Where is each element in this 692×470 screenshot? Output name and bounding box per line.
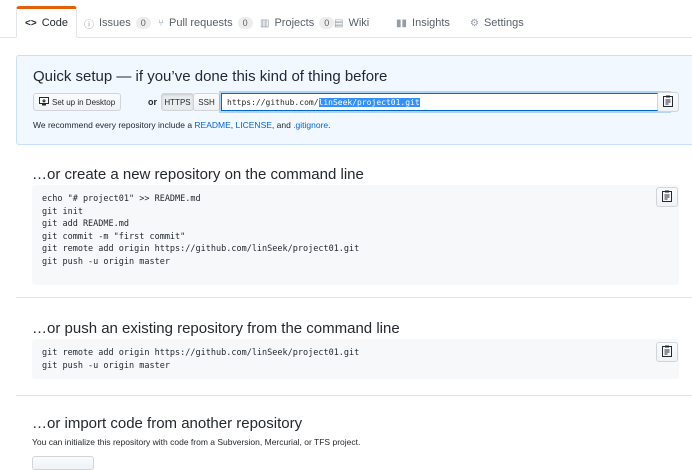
copy-new-repo-button[interactable] — [656, 187, 678, 207]
code-line: git commit -m "first commit" — [42, 231, 186, 242]
gear-icon: ⚙ — [470, 17, 479, 29]
clone-url-selected: linSeek/project01.git — [318, 97, 420, 107]
copy-url-button[interactable] — [657, 92, 679, 112]
project-icon: ▥ — [260, 17, 270, 29]
clipboard-icon — [662, 190, 672, 205]
code-line: echo "# project01" >> README.md — [42, 194, 201, 204]
tab-settings-label: Settings — [483, 17, 524, 29]
recommend-period: . — [328, 120, 331, 130]
ssh-button[interactable]: SSH — [193, 93, 220, 111]
tab-wiki-label: Wiki — [348, 17, 370, 29]
issue-icon: ⓘ — [84, 19, 94, 31]
code-line: git remote add origin https://github.com… — [42, 348, 360, 358]
code-line: git push -u origin master — [42, 360, 170, 371]
code-line: git add README.md — [42, 219, 129, 230]
recommend-prefix: We recommend every repository include a — [33, 120, 195, 130]
clipboard-icon — [662, 345, 672, 360]
tab-insights[interactable]: ▮▮ Insights — [388, 7, 458, 39]
clone-url-prefix: https://github.com/ — [227, 97, 319, 107]
issues-counter: 0 — [135, 16, 151, 30]
ssh-label: SSH — [198, 97, 215, 107]
code-line: git init — [42, 206, 83, 217]
or-text: or — [148, 97, 157, 107]
book-icon: ▤ — [334, 17, 344, 29]
tab-issues[interactable]: ⓘ Issues 0 — [76, 7, 159, 39]
setup-in-desktop-label: Set up in Desktop — [52, 97, 116, 107]
tab-pull-requests[interactable]: ⑂ Pull requests 0 — [150, 7, 261, 39]
import-code-title: …or import code from another repository — [32, 415, 303, 432]
readme-link[interactable]: README — [194, 120, 230, 130]
desktop-icon — [39, 96, 49, 108]
tab-pull-requests-label: Pull requests — [169, 17, 233, 29]
tab-settings[interactable]: ⚙ Settings — [462, 7, 532, 39]
push-existing-code-block: git remote add origin https://github.com… — [32, 339, 679, 379]
new-repo-code-block: echo "# project01" >> README.md git init… — [32, 185, 679, 285]
clone-url-input[interactable]: https://github.com/linSeek/project01.git — [221, 93, 669, 111]
gitignore-link[interactable]: .gitignore — [293, 120, 328, 130]
pull-request-icon: ⑂ — [158, 17, 164, 29]
tab-issues-label: Issues — [99, 17, 131, 29]
quick-setup-title: Quick setup — if you’ve done this kind o… — [33, 68, 388, 85]
pull-requests-counter: 0 — [237, 16, 253, 30]
tab-code[interactable]: <> Code — [16, 6, 77, 38]
tab-code-label: Code — [41, 17, 68, 29]
tab-projects-label: Projects — [274, 17, 315, 29]
new-repo-title: …or create a new repository on the comma… — [32, 166, 364, 183]
graph-icon: ▮▮ — [396, 17, 408, 29]
https-button[interactable]: HTTPS — [161, 93, 194, 111]
tab-insights-label: Insights — [412, 17, 450, 29]
recommend-sep-2: , and — [271, 120, 294, 130]
code-line: git push -u origin master — [42, 256, 170, 267]
copy-push-existing-button[interactable] — [656, 342, 678, 362]
repo-nav-tabs: <> Code ⓘ Issues 0 ⑂ Pull requests 0 ▥ P… — [0, 0, 692, 38]
push-existing-section: …or push an existing repository from the… — [16, 298, 692, 396]
import-code-description: You can initialize this repository with … — [32, 437, 361, 447]
code-line: git remote add origin https://github.com… — [42, 244, 360, 255]
https-label: HTTPS — [164, 97, 191, 107]
recommend-text: We recommend every repository include a … — [33, 120, 331, 130]
clipboard-icon — [663, 95, 673, 110]
import-code-button[interactable] — [32, 456, 94, 470]
new-repo-section: …or create a new repository on the comma… — [16, 146, 692, 298]
tab-wiki[interactable]: ▤ Wiki — [326, 7, 377, 39]
quick-setup-panel: Quick setup — if you’ve done this kind o… — [16, 55, 692, 145]
push-existing-title: …or push an existing repository from the… — [32, 320, 400, 337]
setup-in-desktop-button[interactable]: Set up in Desktop — [33, 93, 122, 111]
license-link[interactable]: LICENSE — [236, 120, 272, 130]
code-icon: <> — [25, 17, 37, 29]
